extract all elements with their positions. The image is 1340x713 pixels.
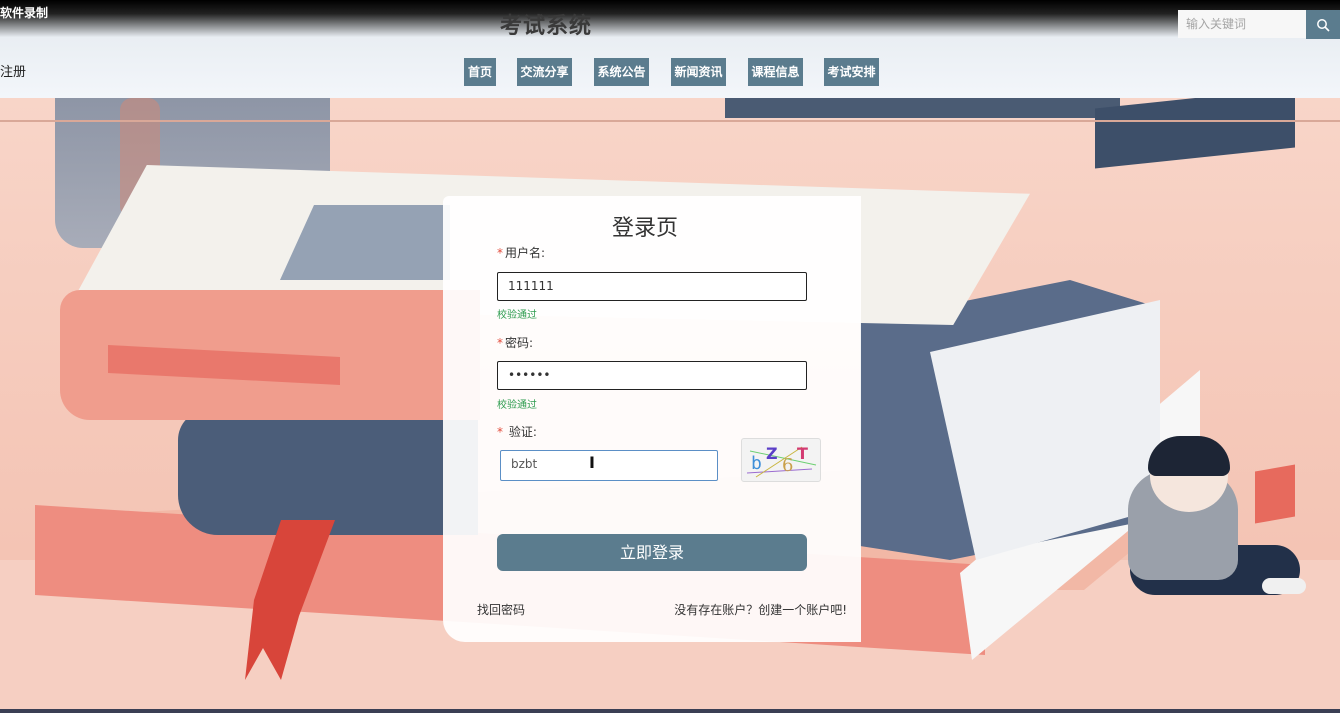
- captcha-char-3: 6: [782, 455, 793, 476]
- register-link[interactable]: 注册: [0, 61, 26, 80]
- captcha-char-2: Z: [766, 444, 778, 463]
- username-field[interactable]: 111111: [497, 272, 807, 301]
- create-account-link[interactable]: 没有存在账户？创建一个账户吧!: [674, 601, 847, 618]
- required-mark: *: [497, 425, 503, 439]
- captcha-label-text: 验证:: [508, 425, 537, 439]
- nav-item-news[interactable]: 新闻资讯: [671, 58, 726, 86]
- search-icon: [1317, 18, 1330, 32]
- search-input[interactable]: [1178, 10, 1306, 38]
- required-mark: *: [497, 336, 503, 350]
- text-cursor-icon: I: [589, 453, 595, 472]
- password-label-text: 密码:: [505, 336, 534, 350]
- nav-item-home[interactable]: 首页: [464, 58, 496, 86]
- recording-label: 软件录制: [0, 6, 49, 20]
- login-title: 登录页: [611, 216, 678, 241]
- nav-item-announcements[interactable]: 系统公告: [594, 58, 649, 86]
- captcha-graphic: b Z 6 T: [746, 444, 817, 478]
- captcha-char-1: b: [751, 453, 762, 474]
- password-label: * 密码:: [497, 334, 533, 351]
- username-label-text: 用户名:: [505, 246, 546, 260]
- username-label: * 用户名:: [497, 244, 545, 261]
- bottom-edge: [0, 709, 1340, 713]
- login-card: 登录页 * 用户名: 111111 校验通过 * 密码: •••••• 校验通过 *…: [443, 196, 861, 642]
- captcha-char-4: T: [797, 444, 808, 463]
- login-button[interactable]: 立即登录: [497, 534, 807, 571]
- password-validation: 校验通过: [497, 400, 537, 411]
- nav-item-exam-schedule[interactable]: 考试安排: [824, 58, 879, 86]
- site-title: 考试系统: [500, 13, 593, 39]
- nav-item-courses[interactable]: 课程信息: [748, 58, 803, 86]
- forgot-password-link[interactable]: 找回密码: [477, 601, 525, 618]
- search-button[interactable]: [1306, 10, 1340, 39]
- required-mark: *: [497, 246, 503, 260]
- password-field[interactable]: ••••••: [497, 361, 807, 390]
- captcha-input[interactable]: bzbt: [500, 450, 718, 481]
- site-header: 软件录制 考试系统 注册 首页 交流分享 系统公告 新闻资讯 课程信息 考试安排: [0, 0, 1340, 98]
- captcha-label: * 验证:: [497, 423, 537, 440]
- nav-item-share[interactable]: 交流分享: [517, 58, 572, 86]
- captcha-image[interactable]: b Z 6 T: [741, 438, 821, 482]
- username-validation: 校验通过: [497, 310, 537, 321]
